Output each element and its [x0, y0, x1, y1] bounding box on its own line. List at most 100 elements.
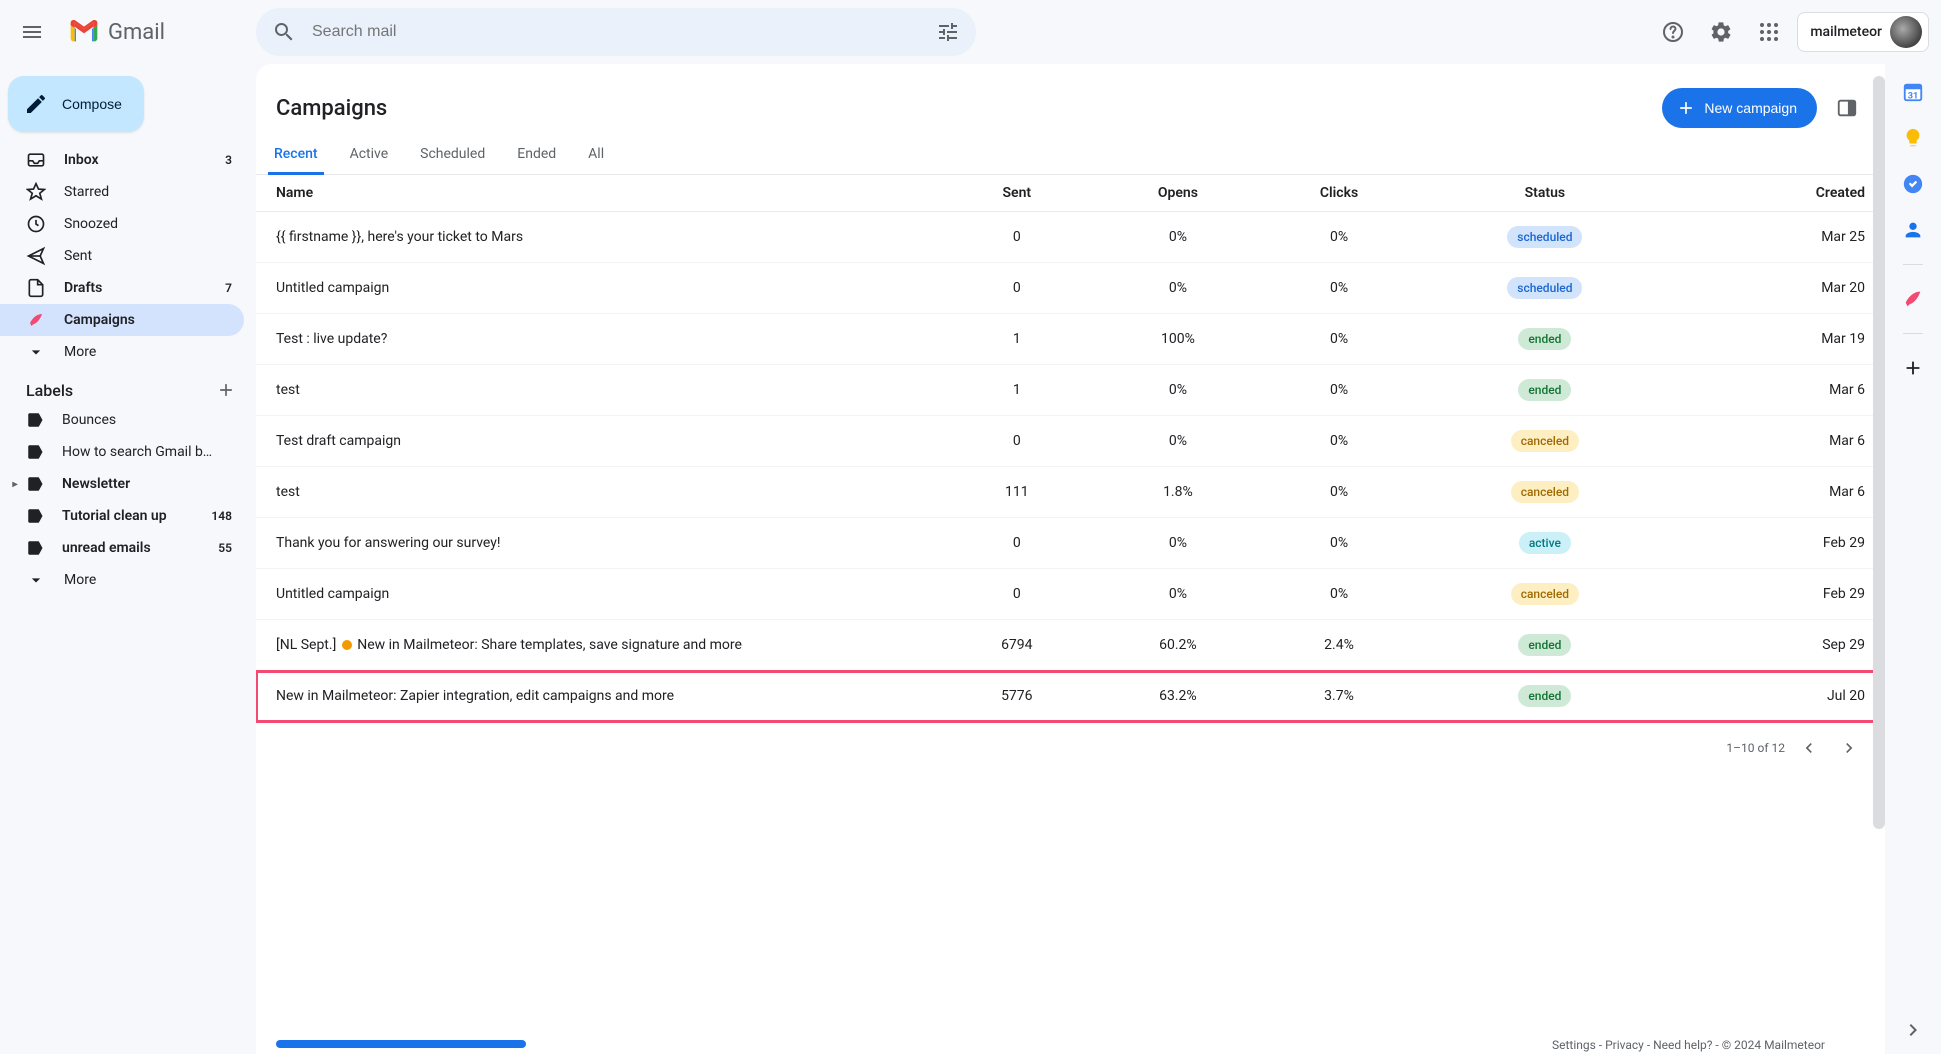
search-bar[interactable] — [256, 8, 976, 56]
chevron-right-icon — [1839, 738, 1859, 758]
tab-all[interactable]: All — [582, 136, 610, 175]
table-row[interactable]: Test : live update? 1 100% 0% ended Mar … — [256, 314, 1885, 365]
mailmeteor-app-button[interactable] — [1901, 287, 1925, 311]
table-row[interactable]: New in Mailmeteor: Zapier integration, e… — [256, 671, 1885, 722]
prev-page-button[interactable] — [1793, 732, 1825, 764]
horizontal-scrollbar[interactable] — [276, 1040, 526, 1048]
header: Gmail mailmeteor — [0, 0, 1941, 64]
cell-name: Untitled campaign — [256, 263, 936, 314]
tag-dot-icon — [342, 640, 352, 650]
search-input[interactable] — [304, 23, 928, 41]
sidebar-item-label: Starred — [64, 184, 214, 200]
label-item[interactable]: Bounces — [0, 404, 244, 436]
gear-icon — [1709, 20, 1733, 44]
sent-icon — [26, 246, 46, 266]
sidebar-item-drafts[interactable]: Drafts7 — [0, 272, 244, 304]
main-content: Campaigns New campaign RecentActiveSched… — [256, 64, 1885, 1054]
table-row[interactable]: test 111 1.8% 0% canceled Mar 6 — [256, 467, 1885, 518]
keep-app-button[interactable] — [1901, 126, 1925, 150]
label-item[interactable]: How to search Gmail by ... — [0, 436, 244, 468]
account-chip[interactable]: mailmeteor — [1797, 12, 1929, 52]
cell-sent: 5776 — [936, 671, 1097, 722]
toggle-side-panel-button[interactable] — [1829, 90, 1865, 126]
table-row[interactable]: Untitled campaign 0 0% 0% scheduled Mar … — [256, 263, 1885, 314]
sidebar-item-sent[interactable]: Sent — [0, 240, 244, 272]
collapse-panel-button[interactable] — [1897, 1014, 1929, 1046]
calendar-icon: 31 — [1902, 81, 1924, 103]
table-row[interactable]: Thank you for answering our survey! 0 0%… — [256, 518, 1885, 569]
cell-created: Mar 6 — [1670, 467, 1885, 518]
new-campaign-button[interactable]: New campaign — [1662, 88, 1817, 128]
add-label-button[interactable] — [216, 380, 236, 400]
table-row[interactable]: test 1 0% 0% ended Mar 6 — [256, 365, 1885, 416]
cell-name: [NL Sept.] New in Mailmeteor: Share temp… — [256, 620, 936, 671]
expand-caret-icon: ▸ — [10, 479, 20, 490]
tune-icon — [936, 20, 960, 44]
apps-button[interactable] — [1749, 12, 1789, 52]
contacts-app-button[interactable] — [1901, 218, 1925, 242]
support-button[interactable] — [1653, 12, 1693, 52]
table-row[interactable]: {{ firstname }}, here's your ticket to M… — [256, 212, 1885, 263]
nav-list: Inbox3 Starred SnoozedSentDrafts7Campaigns… — [0, 144, 256, 368]
col-header-name[interactable]: Name — [256, 175, 936, 212]
compose-button[interactable]: Compose — [8, 76, 144, 132]
sidebar-item-more[interactable]: More — [0, 336, 244, 368]
cell-name: Test draft campaign — [256, 416, 936, 467]
label-icon — [26, 570, 46, 590]
col-header-created[interactable]: Created — [1670, 175, 1885, 212]
label-icon — [26, 475, 44, 493]
label-item[interactable]: ▸Newsletter — [0, 468, 244, 500]
tasks-app-button[interactable] — [1901, 172, 1925, 196]
label-icon — [26, 539, 44, 557]
gmail-logo[interactable]: Gmail — [60, 16, 173, 48]
person-icon — [1902, 219, 1924, 241]
chevron-left-icon — [1799, 738, 1819, 758]
help-icon — [1661, 20, 1685, 44]
col-header-opens[interactable]: Opens — [1097, 175, 1258, 212]
cell-clicks: 0% — [1258, 212, 1419, 263]
sidebar-item-campaigns[interactable]: Campaigns — [0, 304, 244, 336]
main-menu-button[interactable] — [8, 8, 56, 56]
new-campaign-label: New campaign — [1704, 100, 1797, 116]
table-row[interactable]: Untitled campaign 0 0% 0% canceled Feb 2… — [256, 569, 1885, 620]
search-options-button[interactable] — [928, 12, 968, 52]
header-left: Gmail — [8, 8, 256, 56]
tab-ended[interactable]: Ended — [511, 136, 562, 175]
cell-created: Mar 25 — [1670, 212, 1885, 263]
settings-button[interactable] — [1701, 12, 1741, 52]
labels-list: BouncesHow to search Gmail by ...▸Newsle… — [0, 404, 256, 596]
status-badge: ended — [1518, 634, 1571, 656]
tab-scheduled[interactable]: Scheduled — [414, 136, 491, 175]
cell-name: test — [256, 467, 936, 518]
status-badge: ended — [1518, 379, 1571, 401]
table-row[interactable]: [NL Sept.] New in Mailmeteor: Share temp… — [256, 620, 1885, 671]
gmail-logo-icon — [68, 16, 100, 48]
footer-links[interactable]: Settings - Privacy - Need help? - © 2024… — [1552, 1038, 1825, 1052]
cell-sent: 1 — [936, 314, 1097, 365]
sidebar-item-snoozed[interactable]: Snoozed — [0, 208, 244, 240]
tab-active[interactable]: Active — [344, 136, 395, 175]
pagination-text: 1–10 of 12 — [1726, 741, 1785, 755]
col-header-sent[interactable]: Sent — [936, 175, 1097, 212]
label-item[interactable]: More — [0, 564, 244, 596]
vertical-scrollbar[interactable] — [1873, 76, 1885, 1042]
cell-opens: 0% — [1097, 365, 1258, 416]
cell-status: active — [1420, 518, 1671, 569]
sidebar-item-starred[interactable]: Starred — [0, 176, 244, 208]
search-button[interactable] — [264, 12, 304, 52]
label-item[interactable]: unread emails55 — [0, 532, 244, 564]
table-row[interactable]: Test draft campaign 0 0% 0% canceled Mar… — [256, 416, 1885, 467]
tab-recent[interactable]: Recent — [268, 136, 324, 175]
plus-icon — [1676, 98, 1696, 118]
next-page-button[interactable] — [1833, 732, 1865, 764]
chevron-right-icon — [1901, 1018, 1925, 1042]
col-header-clicks[interactable]: Clicks — [1258, 175, 1419, 212]
cell-name: Untitled campaign — [256, 569, 936, 620]
cell-opens: 0% — [1097, 518, 1258, 569]
get-addons-button[interactable] — [1901, 356, 1925, 380]
label-item[interactable]: Tutorial clean up148 — [0, 500, 244, 532]
col-header-status[interactable]: Status — [1420, 175, 1671, 212]
calendar-app-button[interactable]: 31 — [1901, 80, 1925, 104]
sidebar-item-inbox[interactable]: Inbox3 — [0, 144, 244, 176]
search-icon — [272, 20, 296, 44]
